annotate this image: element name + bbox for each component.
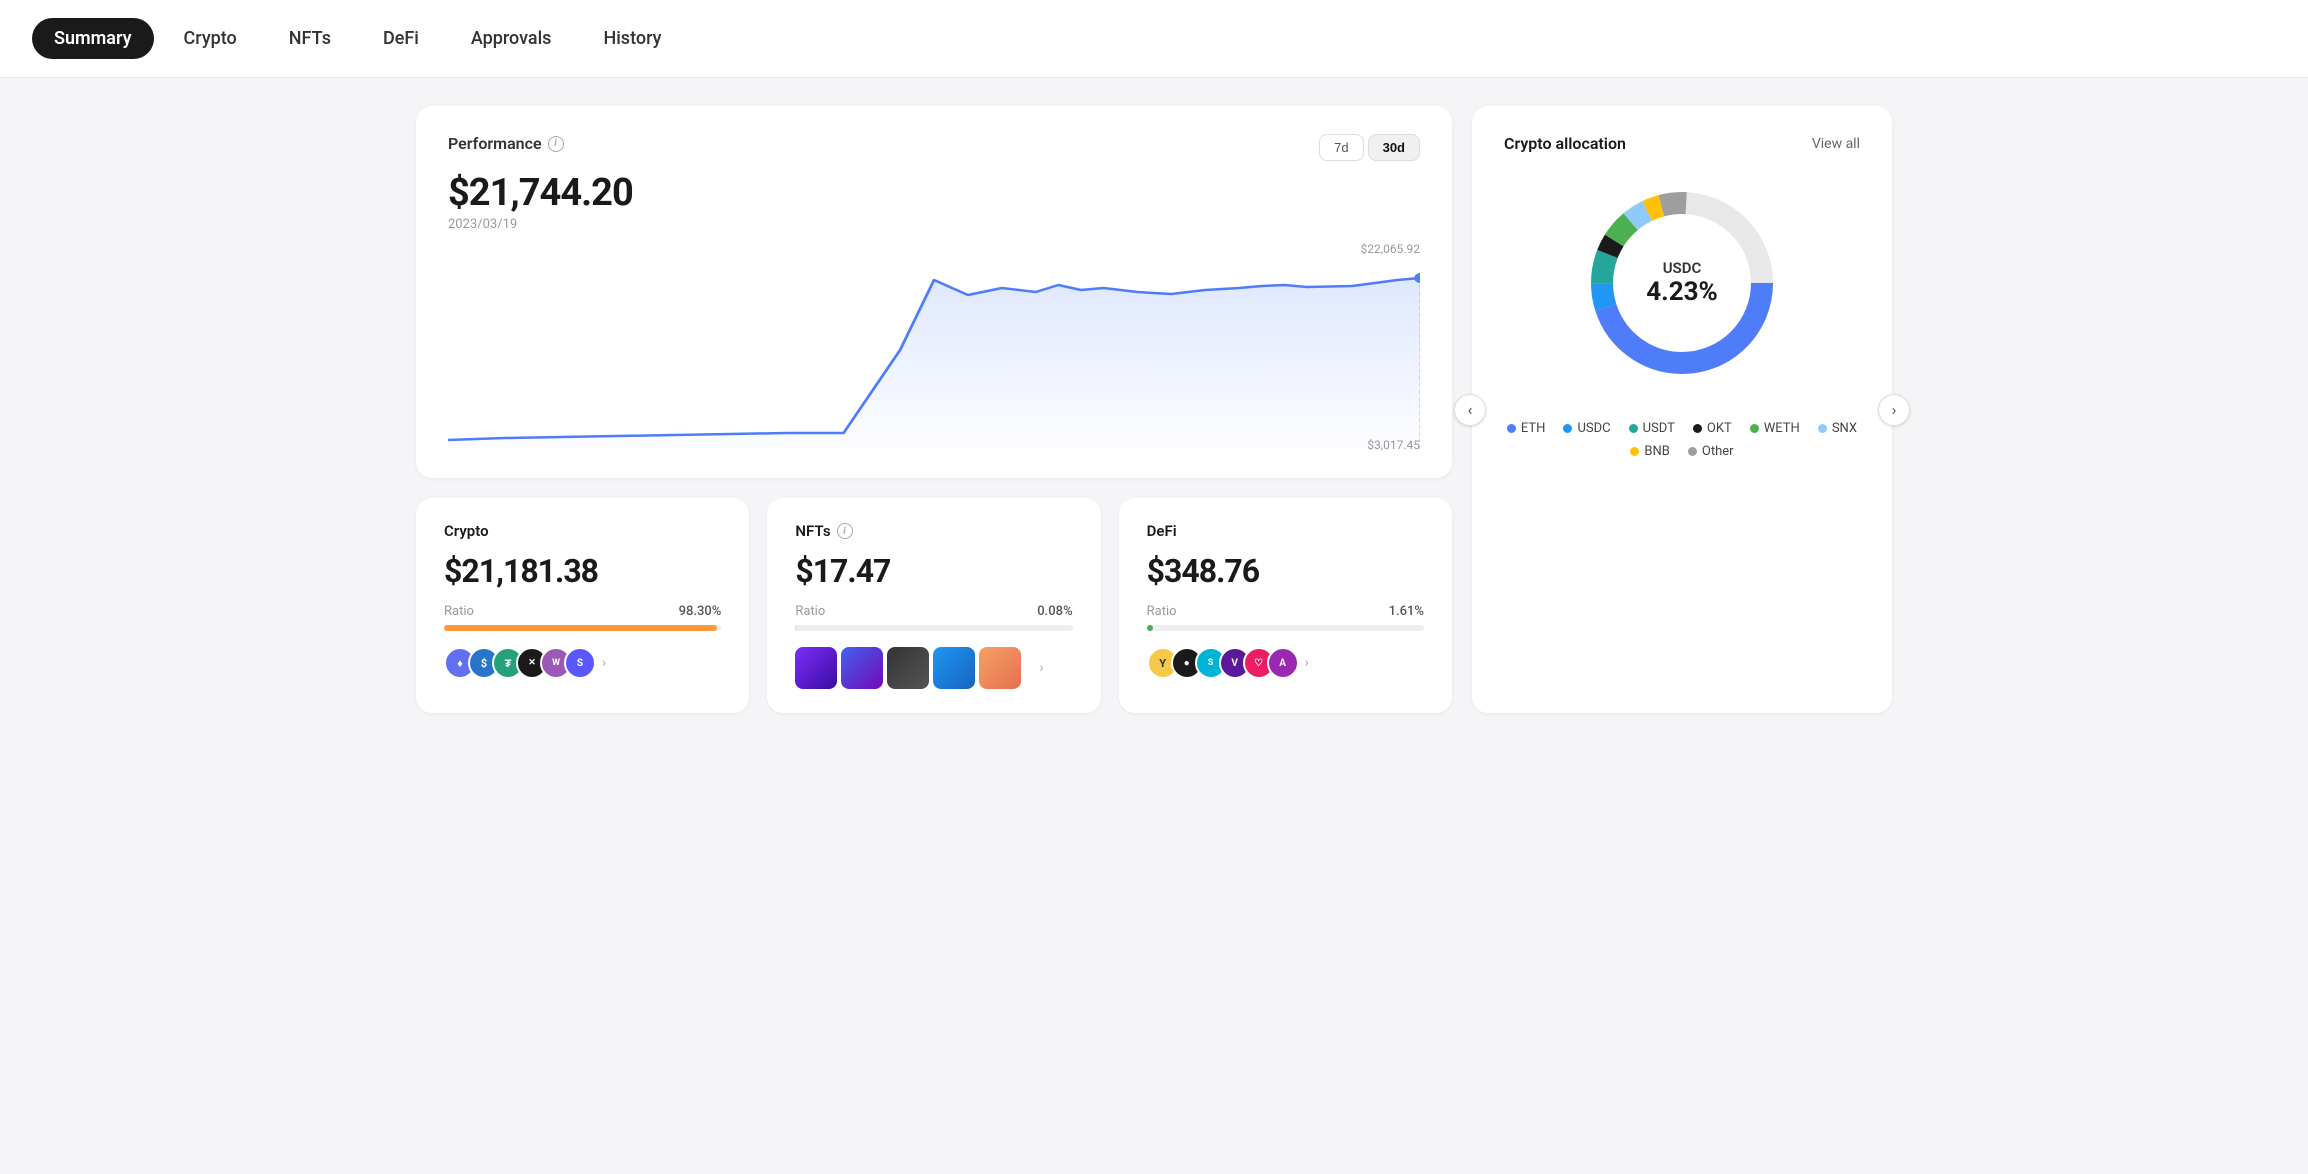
- defi-token-6: A: [1267, 647, 1299, 679]
- crypto-amount: $21,181.38: [444, 552, 721, 590]
- legend-dot-eth: [1507, 424, 1516, 433]
- nft-thumbs-row: ›: [795, 647, 1072, 689]
- nft-thumb-1: [795, 647, 837, 689]
- view-all-button[interactable]: View all: [1812, 136, 1860, 152]
- nfts-title-label: NFTs: [795, 522, 830, 540]
- crypto-ratio-value: 98.30%: [679, 604, 722, 619]
- nfts-info-icon[interactable]: i: [837, 523, 853, 539]
- legend-label-eth: ETH: [1521, 421, 1546, 436]
- chart-high-label: $22,065.92: [1361, 242, 1420, 256]
- perf-title: Performance i: [448, 134, 564, 153]
- defi-more-chevron[interactable]: ›: [1305, 655, 1309, 671]
- legend-dot-snx: [1818, 424, 1827, 433]
- crypto-bottom-card: Crypto $21,181.38 Ratio 98.30% ♦ $ ₮ ✕ W…: [416, 498, 749, 713]
- crypto-title-label: Crypto: [444, 522, 489, 540]
- legend-dot-other: [1688, 447, 1697, 456]
- defi-amount: $348.76: [1147, 552, 1424, 590]
- defi-token-row: Y ● S V ♡ A ›: [1147, 647, 1424, 679]
- alloc-prev-button[interactable]: ‹: [1454, 394, 1486, 426]
- nav-history[interactable]: History: [581, 18, 683, 59]
- legend-dot-usdt: [1629, 424, 1638, 433]
- navigation: Summary Crypto NFTs DeFi Approvals Histo…: [0, 0, 2308, 78]
- nfts-bottom-card: NFTs i $17.47 Ratio 0.08% ›: [767, 498, 1100, 713]
- crypto-ratio-row: Ratio 98.30%: [444, 604, 721, 619]
- allocation-card: ‹ › Crypto allocation View all: [1472, 106, 1892, 713]
- nft-thumb-5: [979, 647, 1021, 689]
- chart-area: [448, 278, 1420, 450]
- defi-card-title: DeFi: [1147, 522, 1424, 540]
- defi-bottom-card: DeFi $348.76 Ratio 1.61% Y ● S V ♡ A ›: [1119, 498, 1452, 713]
- nav-approvals[interactable]: Approvals: [449, 18, 574, 59]
- perf-title-label: Performance: [448, 134, 542, 153]
- nav-crypto[interactable]: Crypto: [162, 18, 259, 59]
- legend-item-snx: SNX: [1818, 421, 1857, 436]
- main-content: Performance i 7d 30d $21,744.20 2023/03/…: [384, 78, 1924, 741]
- nfts-ratio-label: Ratio: [795, 604, 825, 619]
- nfts-amount: $17.47: [795, 552, 1072, 590]
- legend-dot-usdc: [1563, 424, 1572, 433]
- crypto-token-row: ♦ $ ₮ ✕ W S ›: [444, 647, 721, 679]
- nav-summary[interactable]: Summary: [32, 18, 154, 59]
- nfts-progress-fill: [795, 625, 797, 631]
- crypto-progress-fill: [444, 625, 717, 631]
- legend-dot-okt: [1693, 424, 1702, 433]
- legend-label-weth: WETH: [1764, 421, 1800, 436]
- crypto-card-title: Crypto: [444, 522, 721, 540]
- perf-date: 2023/03/19: [448, 217, 1420, 232]
- chart-low-label: $3,017.45: [1367, 438, 1420, 452]
- crypto-more-chevron[interactable]: ›: [602, 655, 606, 671]
- legend-item-weth: WETH: [1750, 421, 1800, 436]
- defi-ratio-row: Ratio 1.61%: [1147, 604, 1424, 619]
- nfts-ratio-row: Ratio 0.08%: [795, 604, 1072, 619]
- legend-item-okt: OKT: [1693, 421, 1732, 436]
- legend-item-bnb: BNB: [1630, 444, 1669, 459]
- alloc-title: Crypto allocation: [1504, 134, 1626, 153]
- time-btn-30d[interactable]: 30d: [1368, 134, 1420, 161]
- defi-ratio-value: 1.61%: [1389, 604, 1424, 619]
- time-btn-7d[interactable]: 7d: [1319, 134, 1363, 161]
- nft-thumb-2: [841, 647, 883, 689]
- legend-label-okt: OKT: [1707, 421, 1732, 436]
- nft-thumb-4: [933, 647, 975, 689]
- legend-dot-weth: [1750, 424, 1759, 433]
- crypto-ratio-label: Ratio: [444, 604, 474, 619]
- performance-card: Performance i 7d 30d $21,744.20 2023/03/…: [416, 106, 1452, 478]
- donut-svg: [1572, 173, 1792, 393]
- time-buttons: 7d 30d: [1319, 134, 1420, 161]
- alloc-header: Crypto allocation View all: [1504, 134, 1860, 153]
- legend-label-snx: SNX: [1832, 421, 1857, 436]
- legend-label-bnb: BNB: [1644, 444, 1669, 459]
- perf-header: Performance i 7d 30d: [448, 134, 1420, 161]
- donut-chart: USDC 4.23%: [1504, 173, 1860, 393]
- nav-defi[interactable]: DeFi: [361, 18, 441, 59]
- defi-progress-fill: [1147, 625, 1153, 631]
- nfts-progress-bg: [795, 625, 1072, 631]
- perf-amount: $21,744.20: [448, 171, 1420, 215]
- legend-item-eth: ETH: [1507, 421, 1546, 436]
- defi-progress-bg: [1147, 625, 1424, 631]
- nav-nfts[interactable]: NFTs: [267, 18, 353, 59]
- perf-info-icon[interactable]: i: [548, 136, 564, 152]
- nft-thumb-3: [887, 647, 929, 689]
- bottom-cards: Crypto $21,181.38 Ratio 98.30% ♦ $ ₮ ✕ W…: [416, 498, 1452, 713]
- legend-item-usdt: USDT: [1629, 421, 1675, 436]
- allocation-legend: ETH USDC USDT OKT WETH SNX BNB Other: [1504, 421, 1860, 459]
- legend-label-usdt: USDT: [1643, 421, 1675, 436]
- chart-svg: [448, 250, 1420, 450]
- defi-title-label: DeFi: [1147, 522, 1177, 540]
- defi-ratio-label: Ratio: [1147, 604, 1177, 619]
- nfts-card-title: NFTs i: [795, 522, 1072, 540]
- legend-item-other: Other: [1688, 444, 1734, 459]
- alloc-next-button[interactable]: ›: [1878, 394, 1910, 426]
- legend-dot-bnb: [1630, 447, 1639, 456]
- token-snx: S: [564, 647, 596, 679]
- performance-chart: $22,065.92 $3,017.45: [448, 250, 1420, 450]
- legend-item-usdc: USDC: [1563, 421, 1610, 436]
- legend-label-usdc: USDC: [1577, 421, 1610, 436]
- legend-label-other: Other: [1702, 444, 1734, 459]
- nfts-more-chevron[interactable]: ›: [1039, 660, 1043, 676]
- crypto-progress-bg: [444, 625, 721, 631]
- nfts-ratio-value: 0.08%: [1037, 604, 1072, 619]
